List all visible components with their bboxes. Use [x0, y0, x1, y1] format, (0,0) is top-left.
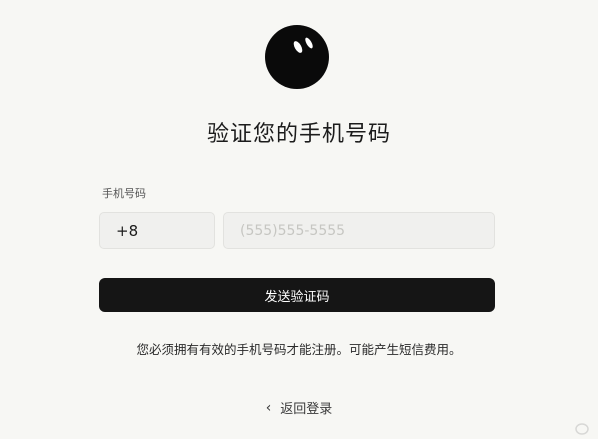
send-code-button[interactable]: 发送验证码 — [99, 278, 495, 312]
watermark-icon — [575, 423, 589, 435]
country-code-value: +8 — [116, 221, 139, 240]
back-to-login-link[interactable]: ‹ 返回登录 — [0, 398, 598, 418]
phone-number-label: 手机号码 — [102, 187, 146, 200]
phone-number-input[interactable]: (555)555-5555 — [223, 212, 495, 249]
back-to-login-label: 返回登录 — [280, 402, 333, 417]
country-code-field[interactable]: +8 — [99, 212, 215, 249]
watermark — [575, 423, 592, 435]
logo-icon — [265, 25, 329, 89]
chevron-left-icon: ‹ — [265, 399, 272, 416]
sms-notice-text: 您必须拥有有效的手机号码才能注册。可能产生短信费用。 — [136, 342, 462, 357]
page-title: 验证您的手机号码 — [206, 122, 391, 147]
phone-number-placeholder: (555)555-5555 — [240, 222, 346, 239]
